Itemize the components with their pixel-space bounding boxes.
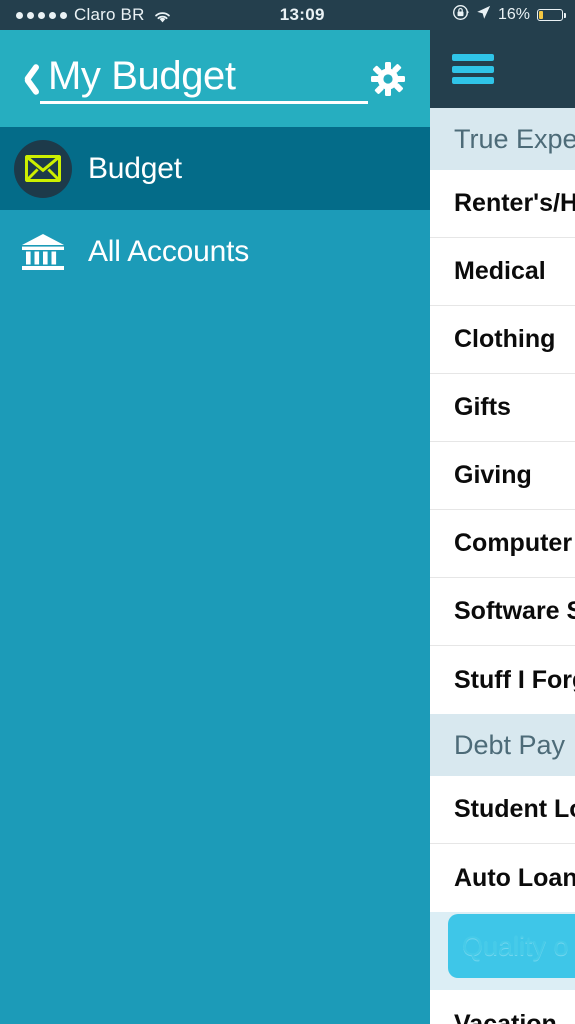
status-bar: Claro BR 13:09 16%	[0, 0, 575, 30]
category-row-auto-loan[interactable]: Auto Loan	[430, 844, 575, 912]
tooltip-label: Quality o	[462, 930, 569, 961]
category-row-clothing[interactable]: Clothing	[430, 306, 575, 374]
sidebar-item-all-accounts[interactable]: All Accounts	[0, 210, 430, 293]
category-row-computer[interactable]: Computer	[430, 510, 575, 578]
category-row-gifts[interactable]: Gifts	[430, 374, 575, 442]
section-header-debt-payments: Debt Pay	[430, 714, 575, 776]
sidebar-item-label: All Accounts	[88, 234, 250, 268]
category-label: Giving	[454, 461, 532, 489]
section-header-true-expenses: True Expe	[430, 108, 575, 170]
category-label: Renter's/H	[454, 189, 575, 217]
hamburger-menu-icon[interactable]	[452, 54, 494, 84]
app-screen: Claro BR 13:09 16% True Expe Renter's/H …	[0, 0, 575, 1024]
section-header-label: True Expe	[454, 123, 575, 154]
wifi-icon	[154, 9, 171, 22]
category-label: Vacation	[454, 1009, 557, 1024]
status-bar-right: 16%	[452, 4, 575, 26]
category-label: Clothing	[454, 325, 556, 353]
signal-strength-dots	[16, 11, 67, 19]
drawer-header: My Budget	[0, 30, 430, 127]
tooltip-container: Quality o	[430, 912, 575, 990]
rotation-lock-icon	[452, 4, 469, 26]
panel-header	[430, 30, 575, 108]
category-row-student-loan[interactable]: Student Lo	[430, 776, 575, 844]
carrier-label: Claro BR	[74, 5, 145, 24]
category-label: Medical	[454, 257, 546, 285]
category-label: Stuff I Forg	[454, 665, 575, 694]
battery-icon	[537, 9, 566, 21]
location-arrow-icon	[476, 5, 491, 25]
category-row-software[interactable]: Software S	[430, 578, 575, 646]
category-row-stuff-i-forgot[interactable]: Stuff I Forg	[430, 646, 575, 714]
category-row-medical[interactable]: Medical	[430, 238, 575, 306]
sidebar-item-label: Budget	[88, 151, 182, 185]
category-row-giving[interactable]: Giving	[430, 442, 575, 510]
clock-label: 13:09	[279, 5, 325, 24]
sidebar-item-budget[interactable]: Budget	[0, 127, 430, 210]
battery-percent-label: 16%	[497, 6, 530, 23]
category-label: Auto Loan	[454, 863, 575, 892]
status-bar-left: Claro BR	[0, 5, 171, 25]
category-row-vacation[interactable]: Vacation	[430, 990, 575, 1024]
gear-icon[interactable]	[368, 59, 408, 99]
bank-icon	[14, 223, 72, 281]
budget-list-panel: True Expe Renter's/H Medical Clothing Gi…	[430, 30, 575, 1024]
category-label: Gifts	[454, 393, 511, 421]
category-label: Computer	[454, 529, 573, 557]
section-header-label: Debt Pay	[454, 729, 566, 760]
category-row-renters-insurance[interactable]: Renter's/H	[430, 170, 575, 238]
category-label: Student Lo	[454, 795, 575, 823]
page-title: My Budget	[40, 53, 368, 104]
navigation-drawer: My Budget Budget All Accounts	[0, 30, 430, 1024]
envelope-icon	[14, 139, 72, 198]
category-label: Software S	[454, 597, 575, 625]
quality-of-life-tooltip[interactable]: Quality o	[448, 914, 575, 978]
drawer-title-wrap: My Budget	[40, 53, 368, 104]
back-chevron-icon[interactable]	[14, 59, 40, 99]
